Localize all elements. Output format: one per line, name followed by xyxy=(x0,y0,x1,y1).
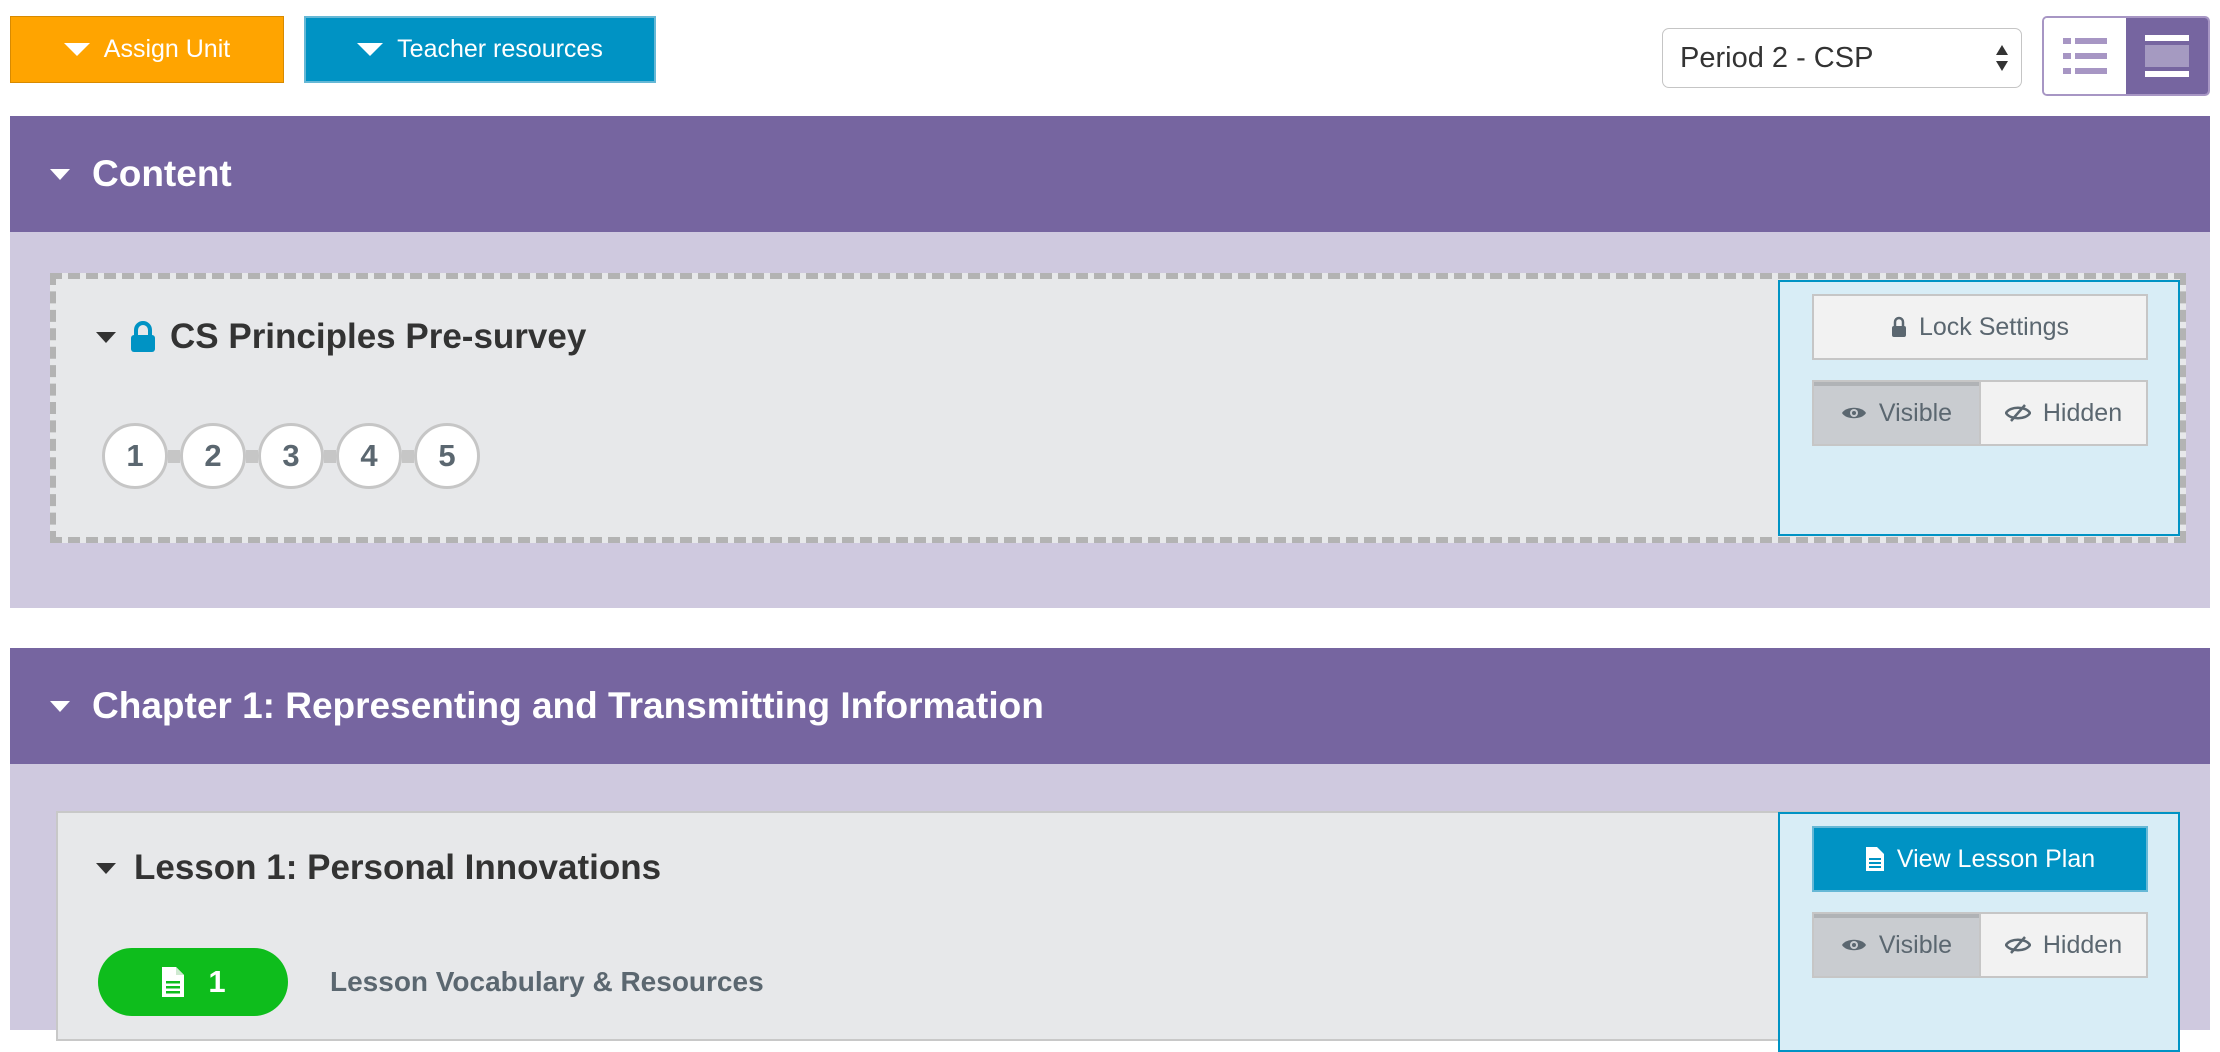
lesson-title[interactable]: CS Principles Pre-survey xyxy=(96,315,586,359)
level-bubble[interactable]: 3 xyxy=(258,423,324,489)
level-bubble[interactable]: 2 xyxy=(180,423,246,489)
document-icon xyxy=(1865,847,1884,871)
visibility-toggle: Visible Hidden xyxy=(1812,380,2148,446)
level-label[interactable]: Lesson Vocabulary & Resources xyxy=(330,966,764,998)
lesson-title-text: Lesson 1: Personal Innovations xyxy=(134,848,662,887)
lesson-settings-panel: Lock Settings Visible Hidden xyxy=(1778,280,2180,536)
list-view-button[interactable] xyxy=(2044,18,2126,94)
level-bubble[interactable]: 1 xyxy=(102,423,168,489)
teacher-resources-label: Teacher resources xyxy=(397,35,603,63)
list-view-icon xyxy=(2063,38,2107,74)
hidden-option[interactable]: Hidden xyxy=(1981,912,2148,978)
detail-view-button[interactable] xyxy=(2126,18,2208,94)
lesson-settings-panel: View Lesson Plan Visible Hidden xyxy=(1778,812,2180,1052)
hidden-label: Hidden xyxy=(2042,930,2123,959)
level-number: 1 xyxy=(208,964,226,999)
lock-icon xyxy=(131,321,155,352)
section-title: Content xyxy=(92,153,232,194)
level-bubble[interactable]: 4 xyxy=(336,423,402,489)
lesson-title-text: CS Principles Pre-survey xyxy=(170,317,587,356)
lock-settings-button[interactable]: Lock Settings xyxy=(1812,294,2148,360)
section-select-value: Period 2 - CSP xyxy=(1680,41,1874,74)
section-header-content[interactable]: Content xyxy=(10,116,2210,232)
view-lesson-plan-button[interactable]: View Lesson Plan xyxy=(1812,826,2148,892)
caret-down-icon xyxy=(96,862,116,874)
caret-down-icon xyxy=(63,43,90,56)
caret-down-icon xyxy=(96,331,116,343)
level-bubble[interactable]: 5 xyxy=(414,423,480,489)
visible-option[interactable]: Visible xyxy=(1812,380,1981,446)
assign-unit-label: Assign Unit xyxy=(103,35,231,63)
detail-view-icon xyxy=(2145,35,2189,77)
eye-icon xyxy=(1841,407,1866,419)
bubble-connector xyxy=(324,449,336,463)
bubble-connector xyxy=(402,449,414,463)
visible-option[interactable]: Visible xyxy=(1812,912,1981,978)
caret-down-icon xyxy=(50,700,70,712)
section-title: Chapter 1: Representing and Transmitting… xyxy=(92,685,1044,726)
lock-icon xyxy=(1891,316,1906,337)
caret-down-icon xyxy=(50,168,70,180)
view-toggle xyxy=(2042,16,2210,96)
teacher-resources-button[interactable]: Teacher resources xyxy=(304,16,656,83)
hidden-option[interactable]: Hidden xyxy=(1981,380,2148,446)
view-lesson-plan-label: View Lesson Plan xyxy=(1896,844,2096,873)
visible-label: Visible xyxy=(1878,930,1953,959)
bubble-connector xyxy=(246,449,258,463)
eye-slash-icon xyxy=(2004,936,2031,954)
eye-icon xyxy=(1841,939,1866,951)
document-icon xyxy=(162,967,185,997)
select-arrows-icon xyxy=(1995,43,2009,75)
bubble-connector xyxy=(168,449,180,463)
caret-down-icon xyxy=(357,43,384,56)
assign-unit-button[interactable]: Assign Unit xyxy=(10,16,284,83)
eye-slash-icon xyxy=(2004,404,2031,422)
visibility-toggle: Visible Hidden xyxy=(1812,912,2148,978)
section-select[interactable]: Period 2 - CSP xyxy=(1662,28,2022,88)
level-progress-bubbles: 1 2 3 4 5 xyxy=(102,423,480,489)
level-pill-resources[interactable]: 1 xyxy=(98,948,288,1016)
hidden-label: Hidden xyxy=(2042,398,2123,427)
section-header-chapter-1[interactable]: Chapter 1: Representing and Transmitting… xyxy=(10,648,2210,764)
lock-settings-label: Lock Settings xyxy=(1918,312,2070,341)
lesson-title[interactable]: Lesson 1: Personal Innovations xyxy=(96,846,661,890)
visible-label: Visible xyxy=(1878,398,1953,427)
